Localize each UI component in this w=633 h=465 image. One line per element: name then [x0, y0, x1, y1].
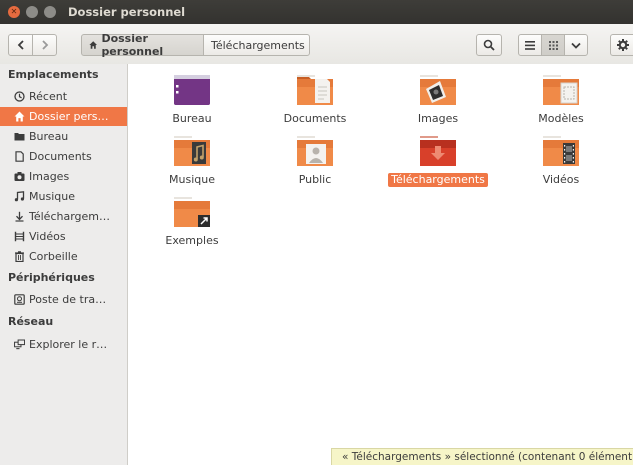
toolbar: Dossier personnel Téléchargements	[0, 24, 633, 65]
sidebar-item-label: Dossier pers…	[29, 110, 109, 123]
sidebar-item-label: Vidéos	[29, 230, 66, 243]
sidebar-item-pictures[interactable]: Images	[0, 167, 127, 186]
sidebar-section-network: Réseau	[8, 315, 54, 328]
file-item-label: Public	[298, 173, 332, 186]
file-item-documents[interactable]: Documents	[265, 73, 365, 126]
forward-button[interactable]	[32, 34, 57, 56]
file-item-videos[interactable]: Vidéos	[511, 134, 611, 187]
sidebar-section-devices: Périphériques	[8, 271, 95, 284]
documents-folder-icon	[297, 75, 333, 105]
grid-icon	[548, 40, 558, 50]
film-icon	[14, 231, 25, 242]
sidebar-item-browse-network[interactable]: Explorer le r…	[0, 335, 127, 354]
sidebar-item-videos[interactable]: Vidéos	[0, 227, 127, 246]
breadcrumb-downloads[interactable]: Téléchargements	[203, 34, 310, 56]
minimize-window-button[interactable]	[26, 6, 38, 18]
camera-icon	[14, 171, 25, 182]
close-window-button[interactable]: ✕	[8, 6, 20, 18]
file-item-images[interactable]: Images	[388, 73, 488, 126]
sidebar-item-desktop[interactable]: Bureau	[0, 127, 127, 146]
downloads-folder-icon	[420, 136, 456, 166]
file-item-musique[interactable]: Musique	[142, 134, 242, 187]
document-icon	[14, 151, 25, 162]
desktop-folder-icon	[174, 75, 210, 105]
pictures-folder-icon	[420, 75, 456, 105]
sidebar-item-label: Images	[29, 170, 70, 183]
chevron-down-icon	[571, 42, 581, 49]
grid-view-button[interactable]	[541, 34, 565, 56]
breadcrumb-home[interactable]: Dossier personnel	[81, 32, 204, 58]
public-folder-icon	[297, 136, 333, 166]
trash-icon	[14, 251, 25, 262]
templates-folder-icon	[543, 75, 579, 105]
file-item-modeles[interactable]: Modèles	[511, 73, 611, 126]
file-item-label: Bureau	[172, 112, 212, 125]
sidebar-item-recent[interactable]: Récent	[0, 87, 127, 106]
sidebar-item-label: Documents	[29, 150, 92, 163]
file-view: Bureau Documents Images Modèles Musique …	[128, 64, 633, 465]
file-item-label: Téléchargements	[388, 173, 488, 187]
sidebar-item-label: Récent	[29, 90, 68, 103]
music-folder-icon	[174, 136, 210, 166]
list-view-button[interactable]	[518, 34, 542, 56]
sidebar: Emplacements Récent Dossier pers… Bureau…	[0, 64, 128, 465]
file-item-label: Vidéos	[542, 173, 580, 186]
sidebar-item-trash[interactable]: Corbeille	[0, 247, 127, 266]
breadcrumb-home-label: Dossier personnel	[101, 32, 164, 58]
clock-icon	[14, 91, 25, 102]
view-options-button[interactable]	[564, 34, 588, 56]
network-icon	[14, 339, 25, 350]
home-icon	[14, 111, 25, 122]
gear-icon	[617, 39, 629, 51]
file-item-telechargements[interactable]: Téléchargements	[388, 134, 488, 187]
desktop-folder-icon	[14, 131, 25, 142]
sidebar-item-downloads[interactable]: Téléchargem…	[0, 207, 127, 226]
breadcrumb-downloads-label: Téléchargements	[211, 38, 305, 52]
close-icon: ✕	[10, 7, 18, 16]
file-item-public[interactable]: Public	[265, 134, 365, 187]
file-item-exemples[interactable]: Exemples	[142, 195, 242, 248]
chevron-left-icon	[17, 40, 24, 50]
sidebar-item-label: Poste de tra…	[29, 293, 107, 306]
file-item-label: Modèles	[538, 112, 584, 125]
sidebar-item-documents[interactable]: Documents	[0, 147, 127, 166]
sidebar-item-music[interactable]: Musique	[0, 187, 127, 206]
videos-folder-icon	[543, 136, 579, 166]
file-item-bureau[interactable]: Bureau	[142, 73, 242, 126]
chevron-right-icon	[41, 40, 48, 50]
sidebar-section-places: Emplacements	[8, 68, 99, 81]
maximize-window-button[interactable]	[44, 6, 56, 18]
examples-folder-icon	[174, 197, 210, 227]
sidebar-item-label: Bureau	[29, 130, 69, 143]
download-icon	[14, 211, 25, 222]
file-item-label: Documents	[283, 112, 347, 125]
search-icon	[483, 39, 495, 51]
sidebar-item-label: Musique	[29, 190, 75, 203]
drive-icon	[14, 294, 25, 305]
list-icon	[525, 40, 535, 50]
window-title: Dossier personnel	[68, 5, 186, 19]
settings-button[interactable]	[610, 34, 633, 56]
file-item-label: Musique	[169, 173, 215, 186]
sidebar-item-label: Explorer le r…	[29, 338, 108, 351]
music-icon	[14, 191, 25, 202]
file-item-label: Images	[417, 112, 459, 125]
sidebar-item-label: Téléchargem…	[29, 210, 110, 223]
title-bar: ✕ Dossier personnel	[0, 0, 633, 24]
back-button[interactable]	[8, 34, 33, 56]
sidebar-item-home[interactable]: Dossier pers…	[0, 107, 127, 126]
home-icon	[89, 41, 98, 49]
sidebar-item-computer[interactable]: Poste de tra…	[0, 290, 127, 309]
file-item-label: Exemples	[165, 234, 219, 247]
search-button[interactable]	[476, 34, 502, 56]
status-bar: « Téléchargements » sélectionné (contena…	[331, 448, 633, 465]
sidebar-item-label: Corbeille	[29, 250, 78, 263]
